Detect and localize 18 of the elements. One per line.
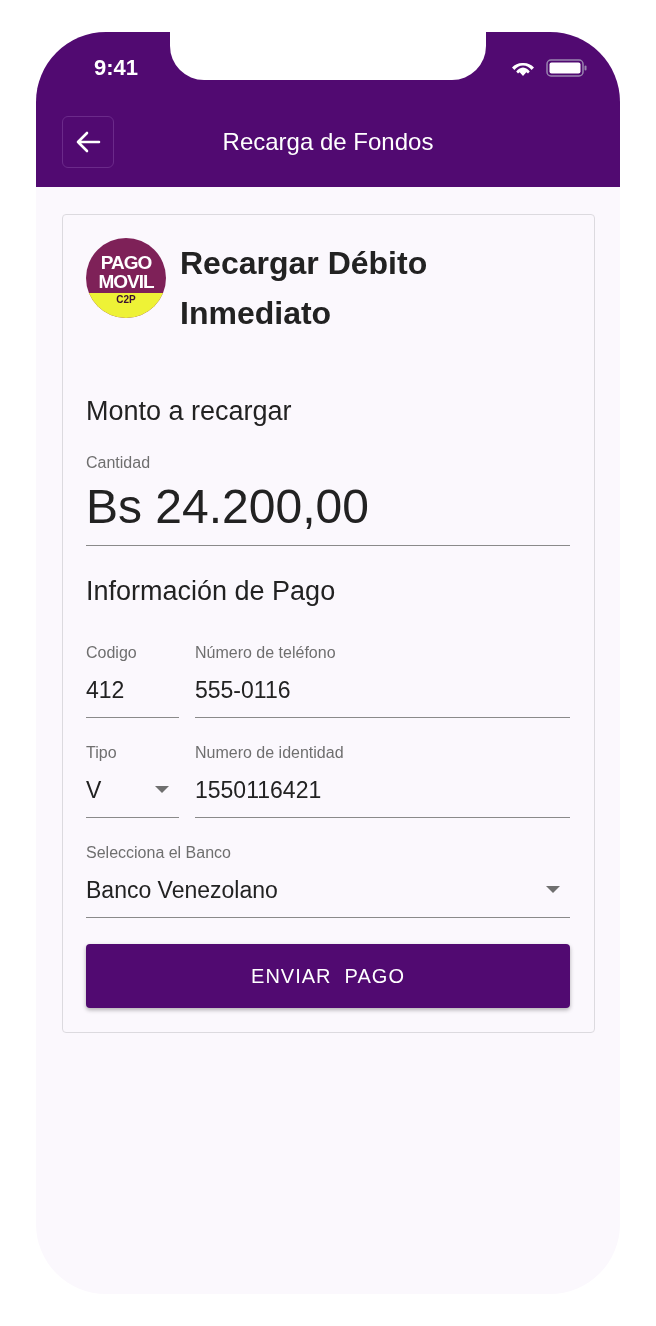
battery-icon: [546, 58, 588, 78]
logo: PAGO MOVIL C2P: [86, 238, 166, 318]
dropdown-field[interactable]: Tipo V: [86, 743, 179, 818]
status-time: 9:41: [93, 55, 138, 81]
dropdown-caret-icon: [155, 786, 169, 794]
input-field[interactable]: Numero de identidad 1550116421: [195, 743, 570, 818]
section-heading: Información de Pago: [86, 576, 337, 607]
screen-title: Recarga de Fondos: [221, 127, 435, 156]
back-button[interactable]: [62, 115, 114, 168]
amount-field[interactable]: Cantidad Bs 24.200,00: [86, 453, 570, 546]
section-heading: Monto a recargar: [86, 396, 293, 427]
dropdown-caret-icon: [546, 886, 560, 894]
card-title: Recargar Débito Inmediato: [180, 244, 429, 333]
input-field[interactable]: Número de teléfono 555-0116: [195, 643, 570, 718]
submit-button[interactable]: ENVIAR PAGO: [86, 944, 570, 1008]
back-arrow-icon: [75, 130, 101, 153]
dropdown-field[interactable]: Selecciona el Banco Banco Venezolano: [86, 843, 570, 918]
input-field[interactable]: Codigo 412: [86, 643, 179, 718]
